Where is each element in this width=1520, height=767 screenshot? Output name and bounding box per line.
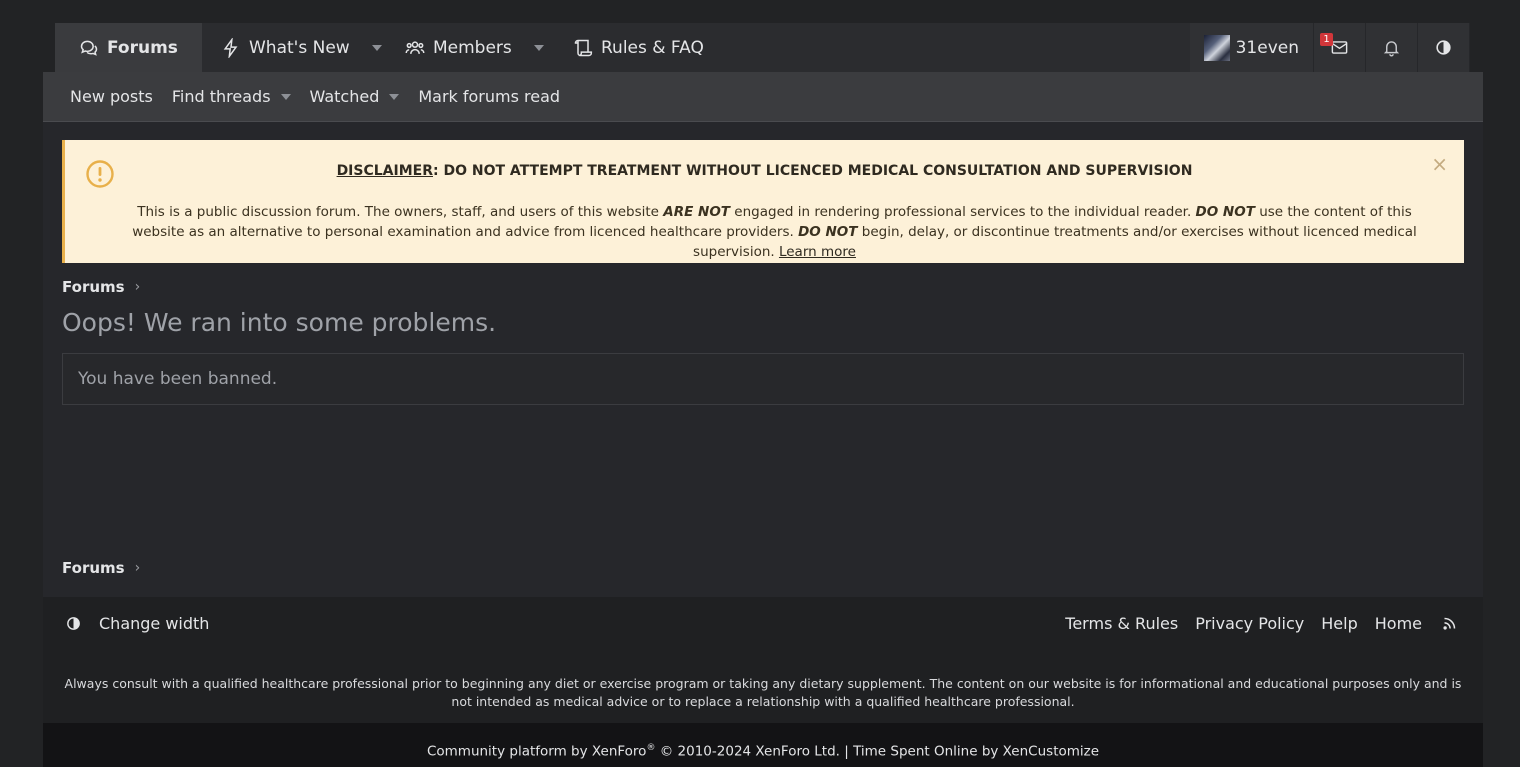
tab-members-label: Members bbox=[433, 37, 512, 58]
main-container: New posts Find threads Watched Mark foru… bbox=[43, 72, 1483, 767]
copyright-link[interactable]: Community platform by XenForo bbox=[427, 744, 647, 760]
copyright-text: © 2010-2024 XenForo Ltd. | Time Spent On… bbox=[655, 743, 1100, 760]
subnav-find-threads-label: Find threads bbox=[171, 87, 271, 106]
avatar bbox=[1203, 34, 1230, 61]
notice-emphasis: ARE NOT bbox=[663, 204, 731, 220]
tab-forums[interactable]: Forums bbox=[55, 23, 202, 72]
tab-forums-label: Forums bbox=[107, 37, 178, 58]
learn-more-link[interactable]: Learn more bbox=[779, 244, 856, 260]
page-title: Oops! We ran into some problems. bbox=[62, 308, 497, 337]
scroll-icon bbox=[574, 39, 593, 56]
chevron-right-icon: › bbox=[134, 279, 141, 295]
notice-body: This is a public discussion forum. The o… bbox=[125, 202, 1424, 262]
error-message: You have been banned. bbox=[62, 353, 1464, 405]
footer: Change width Terms & Rules Privacy Polic… bbox=[43, 597, 1483, 723]
bolt-icon bbox=[223, 37, 238, 58]
breadcrumb-bottom[interactable]: Forums › bbox=[62, 559, 140, 577]
subnav-new-posts-label: New posts bbox=[70, 87, 153, 106]
subnav-mark-read-label: Mark forums read bbox=[418, 87, 561, 106]
notice-text: This is a public discussion forum. The o… bbox=[137, 204, 664, 220]
style-toggle-button[interactable] bbox=[1418, 23, 1470, 72]
notice-title-prefix: DISCLAIMER bbox=[336, 163, 433, 179]
footer-disclaimer: Always consult with a qualified healthca… bbox=[64, 676, 1462, 709]
alerts-button[interactable] bbox=[1366, 23, 1418, 72]
breadcrumb-forums[interactable]: Forums bbox=[62, 559, 125, 577]
chevron-down-icon[interactable] bbox=[371, 44, 382, 51]
notice-title: DISCLAIMER: DO NOT ATTEMPT TREATMENT WIT… bbox=[65, 163, 1464, 179]
footer-links: Terms & Rules Privacy Policy Help Home bbox=[1048, 614, 1457, 633]
notice-text: engaged in rendering professional servic… bbox=[730, 204, 1196, 220]
subnav-mark-read[interactable]: Mark forums read bbox=[418, 87, 560, 106]
subnav-new-posts[interactable]: New posts bbox=[70, 87, 153, 106]
conversations-button[interactable]: 1 bbox=[1314, 23, 1366, 72]
breadcrumb[interactable]: Forums › bbox=[62, 278, 140, 296]
tab-rules-faq-label: Rules & FAQ bbox=[601, 37, 704, 58]
chevron-down-icon[interactable] bbox=[280, 93, 291, 100]
users-icon bbox=[405, 40, 425, 54]
bell-icon bbox=[1383, 41, 1400, 57]
error-text: You have been banned. bbox=[78, 369, 278, 389]
username: 31even bbox=[1235, 37, 1299, 58]
conversations-badge: 1 bbox=[1320, 33, 1333, 46]
rss-icon[interactable] bbox=[1442, 616, 1457, 631]
sub-nav: New posts Find threads Watched Mark foru… bbox=[43, 72, 1483, 122]
comments-icon bbox=[80, 40, 98, 56]
subnav-watched[interactable]: Watched bbox=[310, 87, 400, 106]
subnav-find-threads[interactable]: Find threads bbox=[172, 87, 291, 106]
top-nav: Forums What's New Members Rules & FAQ 31… bbox=[55, 23, 1470, 72]
footer-link-privacy[interactable]: Privacy Policy bbox=[1195, 614, 1304, 633]
notice-emphasis: DO NOT bbox=[1195, 204, 1255, 220]
tab-whats-new[interactable]: What's New bbox=[221, 23, 382, 72]
chevron-down-icon[interactable] bbox=[533, 44, 544, 51]
change-width-label: Change width bbox=[99, 614, 210, 633]
notice-emphasis: DO NOT bbox=[798, 224, 858, 240]
contrast-icon bbox=[1436, 40, 1451, 55]
page: Forums What's New Members Rules & FAQ 31… bbox=[0, 0, 1520, 767]
chevron-down-icon[interactable] bbox=[389, 93, 400, 100]
tab-whats-new-label: What's New bbox=[249, 37, 350, 58]
copyright: Community platform by XenForo® © 2010-20… bbox=[43, 723, 1483, 767]
breadcrumb-forums[interactable]: Forums bbox=[62, 278, 125, 296]
notice-title-rest: : DO NOT ATTEMPT TREATMENT WITHOUT LICEN… bbox=[433, 163, 1193, 179]
footer-link-help[interactable]: Help bbox=[1321, 614, 1357, 633]
contrast-icon bbox=[67, 617, 80, 630]
chevron-right-icon: › bbox=[134, 560, 141, 576]
tab-members[interactable]: Members bbox=[405, 23, 544, 72]
footer-link-terms[interactable]: Terms & Rules bbox=[1065, 614, 1178, 633]
tab-rules-faq[interactable]: Rules & FAQ bbox=[573, 23, 704, 72]
user-nav: 31even 1 bbox=[1189, 23, 1470, 72]
subnav-watched-label: Watched bbox=[309, 87, 380, 106]
change-width-button[interactable]: Change width bbox=[65, 614, 209, 633]
account-button[interactable]: 31even bbox=[1189, 23, 1314, 72]
footer-link-home[interactable]: Home bbox=[1375, 614, 1422, 633]
disclaimer-notice: × DISCLAIMER: DO NOT ATTEMPT TREATMENT W… bbox=[62, 140, 1464, 263]
